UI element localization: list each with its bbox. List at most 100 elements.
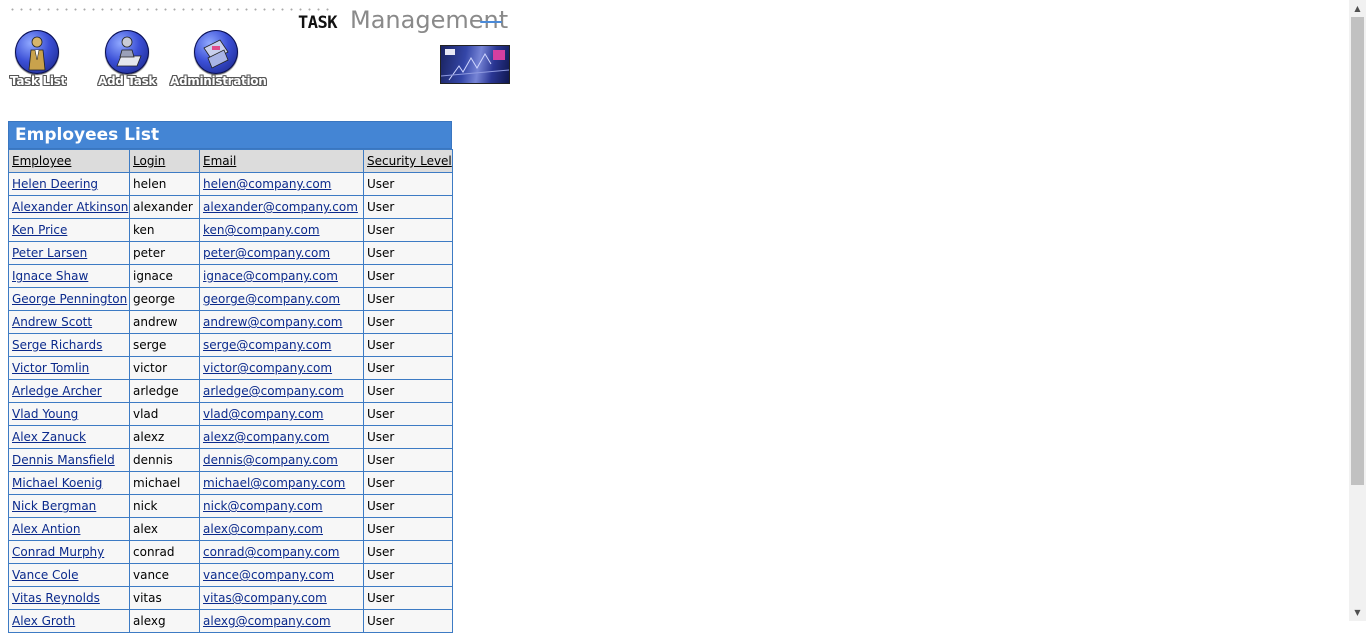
employee-name-link[interactable]: Alex Zanuck bbox=[12, 430, 86, 444]
employee-name-link[interactable]: Helen Deering bbox=[12, 177, 98, 191]
login-cell: vlad bbox=[129, 402, 200, 426]
email-cell: victor@company.com bbox=[199, 356, 364, 380]
email-link[interactable]: arledge@company.com bbox=[203, 384, 344, 398]
email-link[interactable]: serge@company.com bbox=[203, 338, 331, 352]
employee-name-link[interactable]: Michael Koenig bbox=[12, 476, 102, 490]
email-link[interactable]: helen@company.com bbox=[203, 177, 331, 191]
table-row: Ken Price ken ken@company.com User bbox=[8, 218, 453, 242]
vertical-scrollbar[interactable]: ▲ ▼ bbox=[1349, 0, 1366, 621]
sort-login-link[interactable]: Login bbox=[133, 154, 165, 168]
employee-name-link[interactable]: Vitas Reynolds bbox=[12, 591, 100, 605]
employee-name-link[interactable]: Dennis Mansfield bbox=[12, 453, 115, 467]
email-cell: alexander@company.com bbox=[199, 195, 364, 219]
employee-name-link[interactable]: Vance Cole bbox=[12, 568, 78, 582]
table-row: Andrew Scott andrew andrew@company.com User bbox=[8, 310, 453, 334]
security-level-cell: User bbox=[363, 540, 453, 564]
login-cell: arledge bbox=[129, 379, 200, 403]
table-row: George Pennington george george@company.co… bbox=[8, 287, 453, 311]
email-cell: michael@company.com bbox=[199, 471, 364, 495]
employee-name-link[interactable]: George Pennington bbox=[12, 292, 127, 306]
add-task-icon bbox=[105, 30, 149, 74]
security-level-cell: User bbox=[363, 379, 453, 403]
employee-name-link[interactable]: Alexander Atkinson bbox=[12, 200, 128, 214]
email-link[interactable]: peter@company.com bbox=[203, 246, 330, 260]
employee-name-link[interactable]: Andrew Scott bbox=[12, 315, 92, 329]
email-link[interactable]: victor@company.com bbox=[203, 361, 332, 375]
scrollbar-thumb[interactable] bbox=[1351, 17, 1364, 485]
login-cell: alexander bbox=[129, 195, 200, 219]
email-link[interactable]: alexander@company.com bbox=[203, 200, 358, 214]
security-level-cell: User bbox=[363, 264, 453, 288]
security-level-cell: User bbox=[363, 356, 453, 380]
employee-name-link[interactable]: Ken Price bbox=[12, 223, 67, 237]
employee-cell: Alex Antion bbox=[8, 517, 130, 541]
email-cell: arledge@company.com bbox=[199, 379, 364, 403]
sort-security-level-link[interactable]: Security Level bbox=[367, 154, 452, 168]
table-row: Alexander Atkinson alexander alexander@com… bbox=[8, 195, 453, 219]
table-row: Nick Bergman nick nick@company.com User bbox=[8, 494, 453, 518]
table-row: Conrad Murphy conrad conrad@company.com Use… bbox=[8, 540, 453, 564]
email-cell: conrad@company.com bbox=[199, 540, 364, 564]
employee-name-link[interactable]: Ignace Shaw bbox=[12, 269, 88, 283]
scroll-up-arrow-icon[interactable]: ▲ bbox=[1349, 0, 1366, 17]
login-cell: victor bbox=[129, 356, 200, 380]
email-cell: andrew@company.com bbox=[199, 310, 364, 334]
login-cell: alexz bbox=[129, 425, 200, 449]
email-link[interactable]: michael@company.com bbox=[203, 476, 345, 490]
email-link[interactable]: nick@company.com bbox=[203, 499, 323, 513]
table-row: Arledge Archer arledge arledge@company.com… bbox=[8, 379, 453, 403]
employee-cell: Helen Deering bbox=[8, 172, 130, 196]
employees-table: Employee Login Email Security Level Hele… bbox=[8, 149, 453, 633]
employee-cell: Alex Zanuck bbox=[8, 425, 130, 449]
employee-name-link[interactable]: Conrad Murphy bbox=[12, 545, 104, 559]
email-cell: george@company.com bbox=[199, 287, 364, 311]
scroll-down-arrow-icon[interactable]: ▼ bbox=[1349, 604, 1366, 621]
employee-cell: Vance Cole bbox=[8, 563, 130, 587]
security-level-cell: User bbox=[363, 310, 453, 334]
login-cell: conrad bbox=[129, 540, 200, 564]
email-cell: vitas@company.com bbox=[199, 586, 364, 610]
security-level-cell: User bbox=[363, 402, 453, 426]
email-cell: helen@company.com bbox=[199, 172, 364, 196]
employee-name-link[interactable]: Peter Larsen bbox=[12, 246, 87, 260]
employee-name-link[interactable]: Vlad Young bbox=[12, 407, 78, 421]
employee-name-link[interactable]: Serge Richards bbox=[12, 338, 102, 352]
table-row: Michael Koenig michael michael@company.com… bbox=[8, 471, 453, 495]
administration-icon bbox=[194, 30, 238, 74]
employee-name-link[interactable]: Nick Bergman bbox=[12, 499, 96, 513]
table-header-row: Employee Login Email Security Level bbox=[8, 149, 453, 173]
email-link[interactable]: alexz@company.com bbox=[203, 430, 329, 444]
email-link[interactable]: alex@company.com bbox=[203, 522, 323, 536]
login-cell: serge bbox=[129, 333, 200, 357]
login-cell: alex bbox=[129, 517, 200, 541]
sort-email-link[interactable]: Email bbox=[203, 154, 236, 168]
email-link[interactable]: vitas@company.com bbox=[203, 591, 327, 605]
email-link[interactable]: andrew@company.com bbox=[203, 315, 342, 329]
employee-name-link[interactable]: Arledge Archer bbox=[12, 384, 102, 398]
email-link[interactable]: ignace@company.com bbox=[203, 269, 338, 283]
employee-name-link[interactable]: Alex Groth bbox=[12, 614, 75, 628]
employee-cell: Alex Groth bbox=[8, 609, 130, 633]
security-level-cell: User bbox=[363, 333, 453, 357]
nav-administration-label: Administration bbox=[170, 74, 267, 88]
table-row: Dennis Mansfield dennis dennis@company.com… bbox=[8, 448, 453, 472]
email-cell: ken@company.com bbox=[199, 218, 364, 242]
email-link[interactable]: alexg@company.com bbox=[203, 614, 331, 628]
email-link[interactable]: ken@company.com bbox=[203, 223, 320, 237]
email-cell: nick@company.com bbox=[199, 494, 364, 518]
column-header-login: Login bbox=[129, 149, 200, 173]
email-link[interactable]: vance@company.com bbox=[203, 568, 334, 582]
employee-cell: Vlad Young bbox=[8, 402, 130, 426]
email-link[interactable]: george@company.com bbox=[203, 292, 340, 306]
table-row: Vlad Young vlad vlad@company.com User bbox=[8, 402, 453, 426]
employee-cell: George Pennington bbox=[8, 287, 130, 311]
employee-name-link[interactable]: Victor Tomlin bbox=[12, 361, 89, 375]
employee-name-link[interactable]: Alex Antion bbox=[12, 522, 80, 536]
email-link[interactable]: dennis@company.com bbox=[203, 453, 338, 467]
email-cell: ignace@company.com bbox=[199, 264, 364, 288]
table-row: Alex Antion alex alex@company.com User bbox=[8, 517, 453, 541]
sort-employee-link[interactable]: Employee bbox=[12, 154, 71, 168]
email-link[interactable]: conrad@company.com bbox=[203, 545, 340, 559]
employee-cell: Peter Larsen bbox=[8, 241, 130, 265]
email-link[interactable]: vlad@company.com bbox=[203, 407, 323, 421]
